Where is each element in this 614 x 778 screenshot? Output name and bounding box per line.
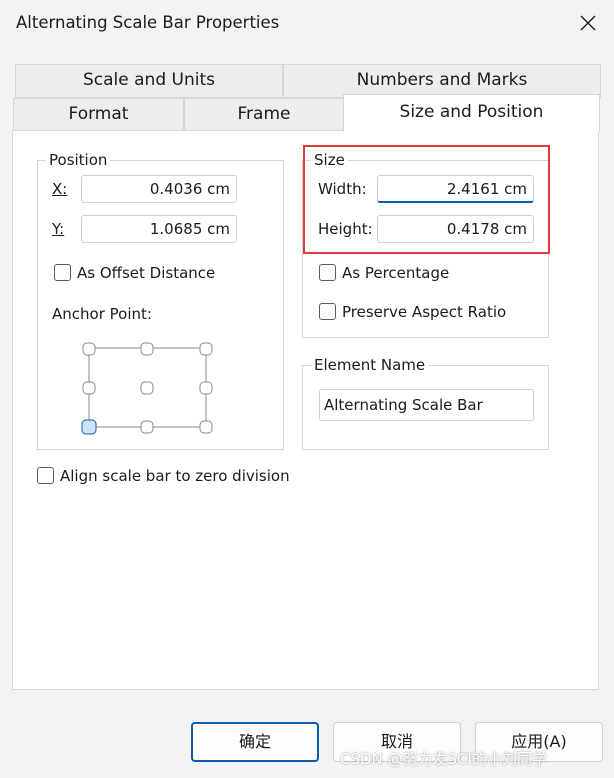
tab-scale-and-units[interactable]: Scale and Units <box>15 64 283 98</box>
tab-size-and-position[interactable]: Size and Position <box>343 94 600 132</box>
ok-button[interactable]: 确定 <box>191 722 319 762</box>
position-group-title: Position <box>46 151 111 169</box>
align-zero-division-checkbox[interactable] <box>37 467 54 484</box>
tab-numbers-and-marks[interactable]: Numbers and Marks <box>283 64 601 98</box>
x-input[interactable]: 0.4036 cm <box>81 175 237 203</box>
preserve-aspect-ratio-checkbox[interactable] <box>319 303 336 320</box>
x-label: X: <box>52 180 68 198</box>
offset-distance-label: As Offset Distance <box>77 264 216 282</box>
anchor-point-selector[interactable] <box>78 340 220 440</box>
watermark-text: CSDN @努力发SCI的小刘同学 <box>340 750 547 768</box>
anchor-middle-right <box>199 381 213 395</box>
close-icon[interactable] <box>578 13 598 33</box>
element-name-input[interactable]: Alternating Scale Bar <box>319 389 534 421</box>
size-highlight-box <box>303 145 550 254</box>
tab-frame[interactable]: Frame <box>184 98 344 131</box>
as-percentage-checkbox[interactable] <box>319 264 336 281</box>
window-title: Alternating Scale Bar Properties <box>16 13 280 32</box>
y-input[interactable]: 1.0685 cm <box>81 215 237 243</box>
anchor-bottom-center <box>140 420 154 434</box>
tab-format[interactable]: Format <box>13 98 184 131</box>
y-label: Y: <box>52 220 65 238</box>
anchor-point-label: Anchor Point: <box>52 305 152 323</box>
anchor-middle-left <box>82 381 96 395</box>
offset-distance-checkbox[interactable] <box>54 264 71 281</box>
element-name-title: Element Name <box>311 356 429 374</box>
as-percentage-label: As Percentage <box>342 264 450 282</box>
anchor-bottom-left <box>81 419 97 435</box>
preserve-aspect-ratio-label: Preserve Aspect Ratio <box>342 303 507 321</box>
title-bar: Alternating Scale Bar Properties <box>0 0 614 48</box>
align-zero-division-label: Align scale bar to zero division <box>60 467 290 485</box>
anchor-top-center <box>140 342 154 356</box>
anchor-center <box>140 381 154 395</box>
anchor-top-right <box>199 342 213 356</box>
anchor-bottom-right <box>199 420 213 434</box>
anchor-top-left <box>82 342 96 356</box>
